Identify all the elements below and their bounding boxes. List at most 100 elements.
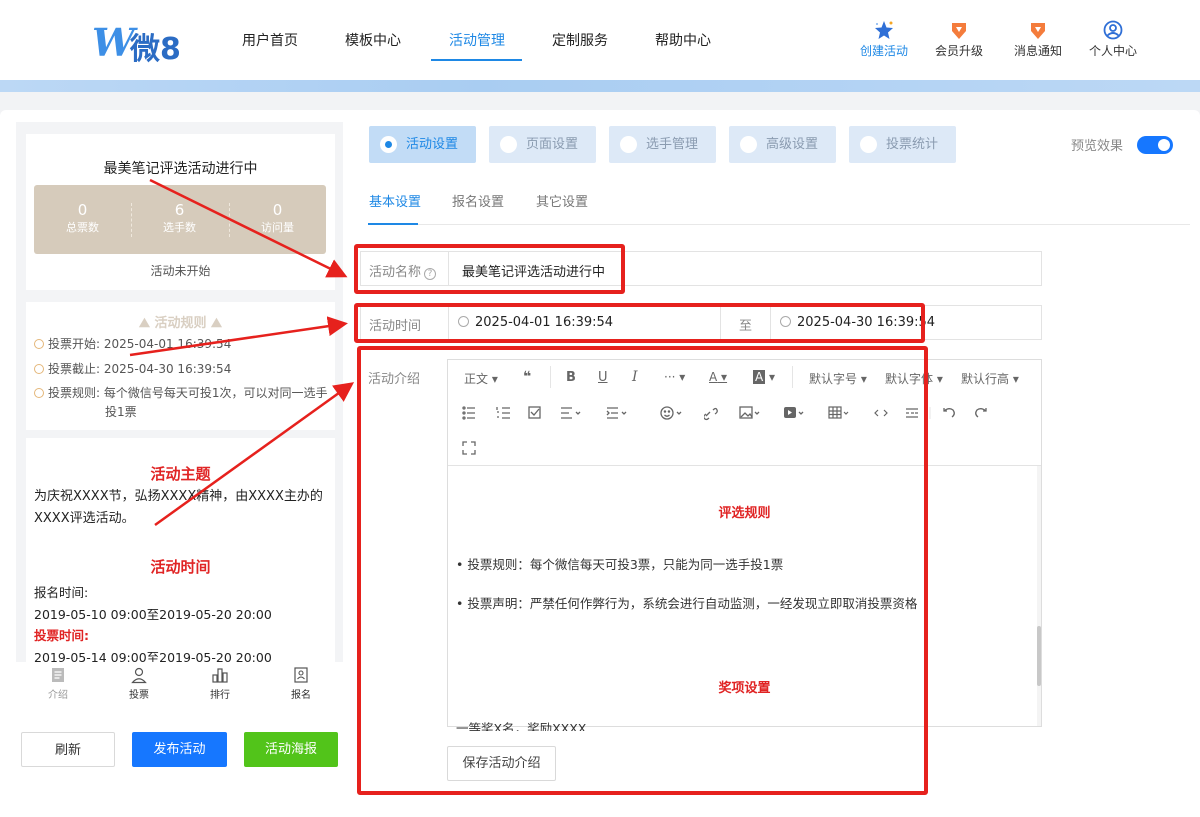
tab-vote[interactable]: 投票 bbox=[109, 666, 169, 701]
badge-icon bbox=[952, 23, 966, 39]
clock-icon bbox=[34, 388, 44, 398]
stat-label: 访问量 bbox=[261, 221, 294, 234]
preview-toggle-label: 预览效果 bbox=[1071, 139, 1124, 154]
sliders-icon bbox=[740, 136, 757, 153]
stat-value: 0 bbox=[272, 201, 283, 219]
tab-advanced-settings[interactable]: 高级设置 bbox=[729, 126, 836, 163]
nav-help[interactable]: 帮助中心 bbox=[655, 30, 711, 50]
undo-icon[interactable] bbox=[943, 408, 955, 418]
nav-activity-management[interactable]: 活动管理 bbox=[449, 30, 505, 50]
ranking-icon bbox=[212, 668, 228, 683]
tab-contestant-management[interactable]: 选手管理 bbox=[609, 126, 716, 163]
tab-vote-statistics[interactable]: 投票统计 bbox=[849, 126, 956, 163]
tab-ranking-label: 排行 bbox=[210, 690, 230, 701]
tab-page-settings[interactable]: 页面设置 bbox=[489, 126, 596, 163]
time-heading: 活动时间 bbox=[150, 558, 211, 576]
tab-signup-label: 报名 bbox=[291, 690, 311, 701]
rule-vote-rule-cont: 投1票 bbox=[105, 405, 137, 419]
editor-scroll-thumb[interactable] bbox=[1037, 626, 1041, 686]
tab-label: 高级设置 bbox=[766, 137, 819, 152]
rule-value: 2025-04-30 16:39:54 bbox=[103, 362, 232, 376]
highlight-name-box bbox=[354, 244, 625, 294]
bell-icon bbox=[1031, 23, 1045, 39]
vote-time-label: 投票时间: bbox=[34, 628, 89, 643]
preview-stats: 0 总票数 6 选手数 0 访问量 bbox=[34, 185, 326, 254]
nav-active-underline bbox=[431, 59, 522, 61]
theme-heading: 活动主题 bbox=[150, 465, 211, 483]
nav-templates[interactable]: 模板中心 bbox=[345, 30, 401, 50]
line-height-select[interactable]: 默认行高 ▾ bbox=[961, 370, 1019, 387]
tab-label: 活动设置 bbox=[406, 137, 459, 152]
rule-vote-start: 投票开始: 2025-04-01 16:39:54 bbox=[34, 335, 231, 352]
subtab-signup-settings[interactable]: 报名设置 bbox=[452, 191, 504, 210]
subtab-basic-settings[interactable]: 基本设置 bbox=[369, 191, 421, 210]
stat-contestants: 6 选手数 bbox=[131, 201, 228, 235]
subtab-active-underline bbox=[368, 223, 418, 225]
tab-signup[interactable]: 报名 bbox=[271, 666, 331, 701]
notifications-label: 消息通知 bbox=[1013, 44, 1062, 58]
highlight-time-box bbox=[354, 303, 925, 343]
logo-text: 微8 bbox=[130, 32, 181, 67]
signup-time-label: 报名时间: bbox=[34, 585, 89, 600]
stat-value: 0 bbox=[77, 201, 88, 219]
rule-label: 投票截止: bbox=[48, 362, 101, 376]
top-header: W 微8 用户首页 模板中心 活动管理 定制服务 帮助中心 创建活动 会员升级 … bbox=[0, 0, 1200, 80]
notifications-button[interactable]: 消息通知 bbox=[1003, 20, 1073, 59]
editor-scrollbar[interactable] bbox=[1037, 466, 1041, 726]
preview-toggle[interactable] bbox=[1137, 136, 1173, 154]
profile-button[interactable]: 个人中心 bbox=[1078, 20, 1148, 59]
member-upgrade-button[interactable]: 会员升级 bbox=[924, 20, 994, 59]
stat-visits: 0 访问量 bbox=[229, 201, 326, 235]
preview-title: 最美笔记评选活动进行中 bbox=[103, 161, 258, 177]
preview-content-card: 活动主题 为庆祝XXXX节，弘扬XXXX精神，由XXXX主办的XXXX评选活动。… bbox=[26, 438, 335, 666]
logo-w: W bbox=[92, 20, 135, 65]
member-upgrade-label: 会员升级 bbox=[934, 44, 983, 58]
rule-vote-end: 投票截止: 2025-04-30 16:39:54 bbox=[34, 360, 231, 377]
tab-vote-label: 投票 bbox=[129, 690, 149, 701]
refresh-button[interactable]: 刷新 bbox=[21, 732, 115, 767]
heart-icon bbox=[380, 136, 397, 153]
brand-logo[interactable]: W 微8 bbox=[92, 18, 192, 67]
preview-tabbar: 介绍 投票 排行 报名 bbox=[16, 662, 343, 712]
page-icon bbox=[500, 136, 517, 153]
redo-icon[interactable] bbox=[975, 408, 987, 418]
activity-poster-button[interactable]: 活动海报 bbox=[244, 732, 338, 767]
clock-icon bbox=[34, 364, 44, 374]
rules-title-text: 活动规则 bbox=[154, 316, 207, 331]
tab-activity-settings[interactable]: 活动设置 bbox=[369, 126, 476, 163]
tab-intro[interactable]: 介绍 bbox=[28, 666, 88, 701]
preview-rules-card: ⛰ 活动规则 ⛰ 投票开始: 2025-04-01 16:39:54 投票截止:… bbox=[26, 302, 335, 430]
stats-icon bbox=[860, 136, 877, 153]
tab-ranking[interactable]: 排行 bbox=[190, 666, 250, 701]
subtab-other-settings[interactable]: 其它设置 bbox=[536, 191, 588, 210]
rules-title: ⛰ 活动规则 ⛰ bbox=[139, 316, 222, 331]
tab-intro-label: 介绍 bbox=[48, 690, 68, 701]
rule-vote-rule: 投票规则: 每个微信号每天可投1次，可以对同一选手 bbox=[34, 384, 328, 401]
user-icon bbox=[1103, 20, 1123, 40]
stat-value: 6 bbox=[174, 201, 185, 219]
preview-summary-card: 最美笔记评选活动进行中 0 总票数 6 选手数 0 访问量 活动未开始 bbox=[26, 134, 335, 290]
subtab-divider bbox=[368, 224, 1190, 225]
create-activity-button[interactable]: 创建活动 bbox=[849, 20, 919, 59]
highlight-intro-box bbox=[357, 346, 928, 795]
signup-time-value: 2019-05-10 09:00至2019-05-20 20:00 bbox=[34, 607, 272, 622]
publish-activity-button[interactable]: 发布活动 bbox=[132, 732, 227, 767]
nav-custom-service[interactable]: 定制服务 bbox=[552, 30, 608, 50]
line-height-label: 默认行高 bbox=[961, 372, 1010, 386]
clock-icon bbox=[34, 339, 44, 349]
person-icon bbox=[620, 136, 637, 153]
tab-label: 投票统计 bbox=[886, 137, 939, 152]
signup-icon bbox=[294, 667, 308, 683]
star-icon bbox=[875, 21, 893, 39]
rule-label: 投票规则: bbox=[48, 386, 101, 400]
profile-label: 个人中心 bbox=[1088, 44, 1137, 58]
activity-status: 活动未开始 bbox=[150, 264, 211, 278]
stat-label: 总票数 bbox=[66, 221, 99, 234]
rule-value: 每个微信号每天可投1次，可以对同一选手 bbox=[103, 386, 328, 400]
person-icon bbox=[131, 667, 147, 684]
rule-value: 2025-04-01 16:39:54 bbox=[103, 337, 232, 351]
stat-label: 选手数 bbox=[163, 221, 196, 234]
nav-home[interactable]: 用户首页 bbox=[242, 30, 298, 50]
header-band bbox=[0, 80, 1200, 92]
tab-label: 选手管理 bbox=[646, 137, 699, 152]
